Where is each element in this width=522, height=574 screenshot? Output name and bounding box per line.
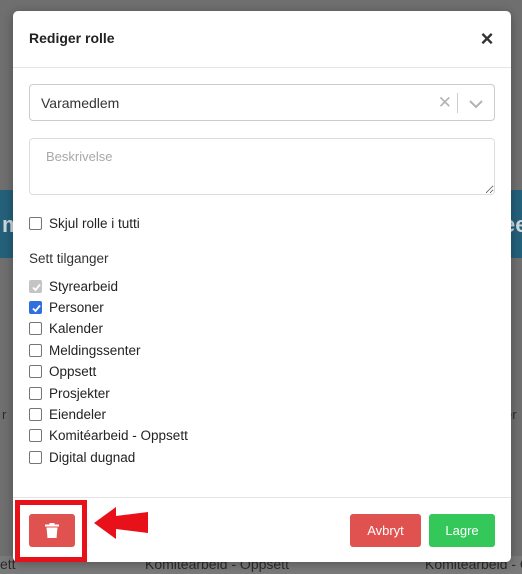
chevron-down-icon[interactable]: [468, 97, 484, 109]
modal-title: Rediger rolle: [29, 30, 115, 46]
description-textarea[interactable]: [29, 138, 495, 195]
permission-row[interactable]: Personer: [29, 298, 104, 316]
permission-label: Digital dugnad: [49, 449, 136, 465]
permission-label: Meldingssenter: [49, 342, 141, 358]
permission-label: Prosjekter: [49, 385, 110, 401]
permission-checkbox[interactable]: [29, 386, 42, 400]
permission-row[interactable]: Komitéarbeid - Oppsett: [29, 427, 188, 445]
select-separator: [457, 93, 458, 113]
permission-row[interactable]: Styrearbeid: [29, 277, 118, 295]
footer-divider: [13, 497, 511, 498]
permission-checkbox[interactable]: [29, 429, 42, 443]
hide-role-checkbox[interactable]: [29, 216, 42, 230]
permission-row[interactable]: Digital dugnad: [29, 448, 135, 466]
modal-header: Rediger rolle ×: [13, 11, 511, 68]
permission-row[interactable]: Oppsett: [29, 363, 96, 381]
hide-role-label: Skjul rolle i tutti: [49, 215, 140, 231]
permission-label: Komitéarbeid - Oppsett: [49, 428, 188, 444]
permission-row[interactable]: Prosjekter: [29, 384, 110, 402]
role-select[interactable]: Varamedlem ✕: [29, 84, 495, 121]
permission-label: Kalender: [49, 321, 104, 337]
cancel-button[interactable]: Avbryt: [350, 514, 421, 547]
trash-icon: [45, 523, 59, 538]
hide-role-checkbox-row[interactable]: Skjul rolle i tutti: [29, 214, 140, 232]
permission-label: Styrearbeid: [49, 278, 119, 294]
permission-label: Personer: [49, 299, 104, 315]
close-icon[interactable]: ×: [477, 28, 497, 50]
role-select-value: Varamedlem: [41, 95, 120, 111]
background-side-text-left: r: [2, 407, 7, 422]
annotation-arrow-icon: [94, 507, 148, 539]
permission-checkbox[interactable]: [29, 322, 42, 336]
permission-checkbox: [29, 279, 42, 293]
permission-label: Eiendeler: [49, 406, 107, 422]
permission-checkbox[interactable]: [29, 343, 42, 357]
permission-checkbox[interactable]: [29, 300, 42, 314]
save-button[interactable]: Lagre: [429, 514, 495, 547]
permissions-heading: Sett tilganger: [29, 251, 109, 266]
permission-checkbox[interactable]: [29, 450, 42, 464]
permission-checkbox[interactable]: [29, 407, 42, 421]
edit-role-modal: Rediger rolle × Varamedlem ✕ Skjul rolle…: [13, 11, 511, 562]
permission-row[interactable]: Eiendeler: [29, 405, 106, 423]
permission-checkbox[interactable]: [29, 365, 42, 379]
permission-row[interactable]: Meldingssenter: [29, 341, 141, 359]
permission-label: Oppsett: [49, 364, 97, 380]
delete-button[interactable]: [29, 514, 75, 547]
clear-x-icon[interactable]: ✕: [438, 93, 452, 113]
permission-row[interactable]: Kalender: [29, 320, 103, 338]
